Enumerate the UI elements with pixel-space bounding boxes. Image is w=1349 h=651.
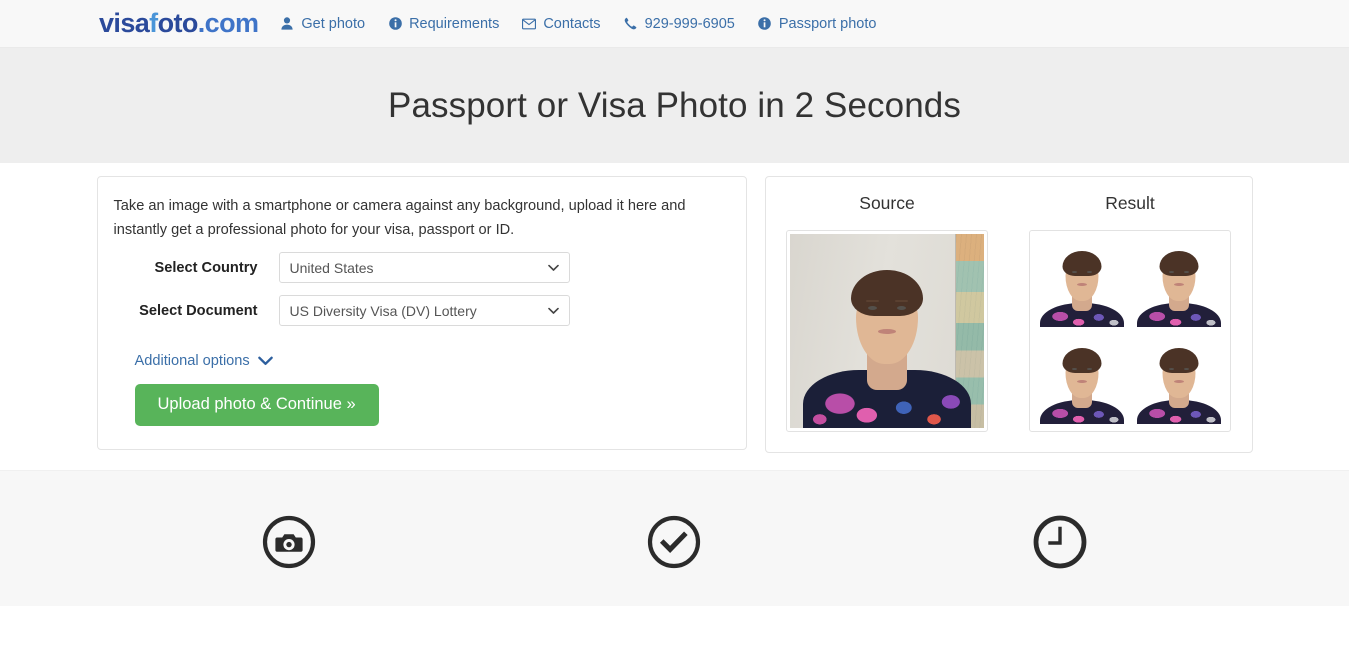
nav-label: Passport photo bbox=[778, 15, 877, 32]
features-section bbox=[0, 470, 1349, 606]
site-logo[interactable]: visafoto.com bbox=[99, 8, 259, 38]
result-photo-frame bbox=[1029, 230, 1231, 432]
result-photo-cell bbox=[1130, 234, 1227, 331]
source-photo-eyebrow-left bbox=[866, 300, 879, 302]
result-mouth bbox=[1076, 283, 1087, 286]
upload-photo-button[interactable]: Upload photo & Continue » bbox=[134, 384, 379, 426]
nav-item-contacts[interactable]: Contacts bbox=[522, 15, 601, 32]
result-hair bbox=[1062, 251, 1101, 276]
info-icon bbox=[388, 17, 402, 31]
nav-item-passport-photo[interactable]: Passport photo bbox=[758, 15, 877, 32]
main-nav: Get photo Requirements Contacts 929-999-… bbox=[280, 16, 876, 32]
check-circle-icon bbox=[647, 515, 701, 574]
content-row: Take an image with a smartphone or camer… bbox=[96, 176, 1253, 453]
logo-part-com: .com bbox=[197, 8, 259, 38]
result-hair bbox=[1062, 348, 1101, 373]
source-title: Source bbox=[859, 193, 915, 213]
intro-text: Take an image with a smartphone or camer… bbox=[113, 198, 686, 238]
chevron-down-icon bbox=[547, 307, 559, 315]
user-icon bbox=[280, 17, 294, 31]
feature-take-photo bbox=[97, 503, 482, 574]
result-eye-right bbox=[1086, 368, 1092, 370]
additional-options-toggle[interactable]: Additional options bbox=[135, 353, 273, 369]
result-title: Result bbox=[1105, 193, 1155, 213]
clock-circle-icon bbox=[1033, 515, 1087, 574]
source-photo-eyebrow-right bbox=[895, 300, 908, 302]
hero-banner: Passport or Visa Photo in 2 Seconds bbox=[0, 48, 1349, 163]
document-field-row: Select Document US Diversity Visa (DV) L… bbox=[114, 295, 729, 327]
camera-circle-icon bbox=[262, 515, 316, 574]
feature-verified bbox=[482, 503, 867, 574]
document-select-value: US Diversity Visa (DV) Lottery bbox=[289, 302, 477, 319]
country-field-row: Select Country United States bbox=[114, 252, 729, 284]
result-mouth bbox=[1173, 283, 1184, 286]
source-photo-eye-left bbox=[868, 306, 877, 310]
logo-part-oto: oto bbox=[157, 8, 199, 38]
result-eye-left bbox=[1168, 368, 1174, 370]
site-header: visafoto.com Get photo Requirements Cont… bbox=[0, 0, 1349, 48]
logo-part-f: f bbox=[149, 8, 158, 38]
nav-item-get-photo[interactable]: Get photo bbox=[280, 16, 365, 32]
info-icon bbox=[758, 17, 772, 31]
nav-item-requirements[interactable]: Requirements bbox=[388, 16, 499, 32]
result-hair bbox=[1159, 348, 1198, 373]
source-photo-frame bbox=[786, 230, 988, 432]
features-row bbox=[97, 503, 1253, 574]
result-column: Result bbox=[1029, 193, 1231, 432]
result-eye-left bbox=[1071, 271, 1077, 273]
result-eye-right bbox=[1183, 271, 1189, 273]
result-photo-cell bbox=[1033, 331, 1130, 428]
main-content: Take an image with a smartphone or camer… bbox=[0, 163, 1349, 470]
document-select[interactable]: US Diversity Visa (DV) Lottery bbox=[278, 295, 570, 327]
result-photo-cell bbox=[1130, 331, 1227, 428]
nav-label: Get photo bbox=[301, 15, 366, 32]
nav-item-phone[interactable]: 929-999-6905 bbox=[624, 16, 735, 32]
result-mouth bbox=[1076, 380, 1087, 383]
source-photo-eye-right bbox=[897, 306, 906, 310]
country-select[interactable]: United States bbox=[278, 252, 570, 284]
nav-label: Requirements bbox=[409, 15, 500, 32]
result-photo-cell bbox=[1033, 234, 1130, 331]
result-photo-grid bbox=[1033, 234, 1227, 428]
result-eye-right bbox=[1183, 368, 1189, 370]
chevron-down-icon bbox=[257, 356, 273, 366]
result-hair bbox=[1159, 251, 1198, 276]
source-photo-mouth bbox=[878, 329, 896, 334]
result-eye-left bbox=[1071, 368, 1077, 370]
nav-label: 929-999-6905 bbox=[644, 15, 735, 32]
envelope-icon bbox=[522, 17, 537, 31]
feature-fast bbox=[867, 503, 1252, 574]
result-mouth bbox=[1173, 380, 1184, 383]
preview-inner: Source Result bbox=[766, 193, 1252, 432]
source-photo-image bbox=[790, 234, 984, 428]
additional-options-label: Additional options bbox=[134, 353, 250, 370]
nav-label: Contacts bbox=[543, 15, 601, 32]
select-document-label: Select Document bbox=[139, 302, 258, 319]
result-eye-left bbox=[1168, 271, 1174, 273]
phone-icon bbox=[624, 17, 638, 31]
logo-part-visa: visa bbox=[99, 8, 150, 38]
select-country-label: Select Country bbox=[154, 259, 258, 276]
result-eye-right bbox=[1086, 271, 1092, 273]
preview-card: Source Result bbox=[764, 176, 1253, 453]
page-title: Passport or Visa Photo in 2 Seconds bbox=[388, 85, 961, 125]
upload-form-card: Take an image with a smartphone or camer… bbox=[96, 176, 747, 450]
source-column: Source bbox=[786, 193, 988, 432]
chevron-down-icon bbox=[547, 264, 559, 272]
country-select-value: United States bbox=[289, 259, 374, 276]
